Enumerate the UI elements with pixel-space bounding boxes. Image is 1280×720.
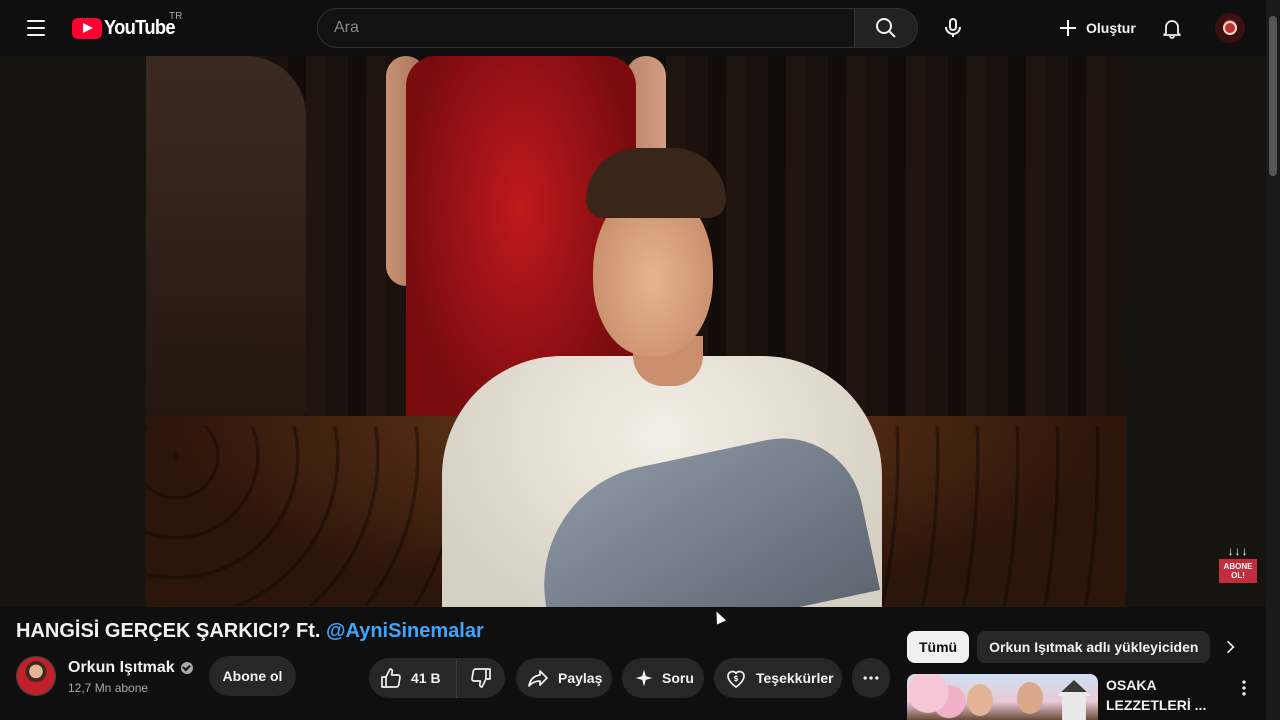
title-mention-link[interactable]: @AyniSinemalar (326, 620, 484, 642)
video-frame[interactable] (146, 56, 1126, 607)
video-title: HANGİSİ GERÇEK ŞARKICI? Ft. @AyniSinemal… (16, 620, 886, 643)
more-horizontal-icon (863, 676, 879, 680)
masthead: YouTube TR Oluştur (0, 0, 1280, 56)
video-title-text: HANGİSİ GERÇEK ŞARKICI? Ft. (16, 620, 327, 642)
ask-button[interactable]: Soru (622, 658, 704, 698)
subscribe-button[interactable]: Abone ol (209, 656, 296, 696)
region-code: TR (169, 11, 183, 22)
thanks-button[interactable]: $ Teşekkürler (714, 658, 842, 698)
search-box (317, 8, 854, 48)
thumbs-down-icon (471, 668, 491, 688)
thumb-person (967, 684, 993, 716)
ask-label: Soru (662, 670, 694, 686)
video-player[interactable]: ↓↓↓ ABONE OL! (0, 56, 1266, 607)
heart-dollar-icon: $ (727, 670, 745, 689)
background-person (146, 56, 306, 436)
plus-icon (1060, 20, 1076, 36)
chip-all[interactable]: Tümü (907, 631, 970, 663)
notifications-button[interactable] (1152, 8, 1192, 48)
filter-chips: Tümü Orkun Işıtmak adlı yükleyiciden (907, 631, 1211, 663)
channel-name: Orkun Işıtmak (68, 659, 175, 676)
chevron-right-icon (1226, 640, 1235, 654)
youtube-play-icon (72, 17, 102, 39)
recommendation-thumbnail[interactable] (907, 674, 1098, 720)
watermark-arrows: ↓↓↓ (1227, 544, 1249, 558)
svg-text:$: $ (733, 674, 739, 683)
share-label: Paylaş (558, 670, 603, 686)
subscriber-count: 12,7 Mn abone (68, 681, 149, 695)
page-scrollbar[interactable] (1266, 0, 1280, 720)
chip-from-uploader[interactable]: Orkun Işıtmak adlı yükleyiciden (977, 631, 1211, 663)
subscribe-watermark[interactable]: ↓↓↓ ABONE OL! (1219, 545, 1257, 585)
account-avatar[interactable] (1215, 13, 1245, 43)
man-hair (586, 148, 726, 218)
watermark-badge: ABONE OL! (1219, 559, 1257, 583)
menu-icon[interactable] (16, 8, 56, 48)
more-actions-button[interactable] (852, 658, 890, 698)
create-label: Oluştur (1086, 20, 1136, 36)
more-vertical-icon (1242, 680, 1246, 696)
channel-name-link[interactable]: Orkun Işıtmak (68, 659, 193, 677)
recommendation-menu-button[interactable] (1232, 676, 1256, 700)
scrollbar-thumb[interactable] (1269, 16, 1277, 176)
share-icon (528, 670, 548, 687)
verified-icon (180, 662, 193, 674)
thumb-castle (1057, 680, 1091, 720)
thumbs-up-icon (381, 668, 401, 688)
search-input[interactable] (334, 19, 854, 37)
microphone-icon (945, 18, 961, 37)
search-icon (876, 18, 896, 38)
voice-search-button[interactable] (933, 8, 973, 48)
logo-wordmark: YouTube (104, 16, 176, 39)
search-button[interactable] (854, 8, 918, 48)
create-button[interactable]: Oluştur (1046, 8, 1146, 48)
like-count: 41 B (411, 670, 441, 686)
bell-icon (1163, 20, 1181, 39)
youtube-logo[interactable]: YouTube TR (72, 11, 182, 40)
thanks-label: Teşekkürler (756, 670, 834, 686)
search-bar (317, 8, 918, 48)
chips-next-button[interactable] (1212, 631, 1248, 663)
like-dislike-group: 41 B (369, 658, 505, 698)
channel-avatar[interactable] (16, 656, 56, 696)
share-button[interactable]: Paylaş (516, 658, 612, 698)
recommendation-title[interactable]: OSAKA LEZZETLERİ ... (1106, 675, 1216, 715)
sparkle-icon (635, 669, 653, 687)
like-button[interactable]: 41 B (369, 658, 457, 698)
dislike-button[interactable] (457, 658, 505, 698)
thumb-person (1017, 682, 1043, 714)
